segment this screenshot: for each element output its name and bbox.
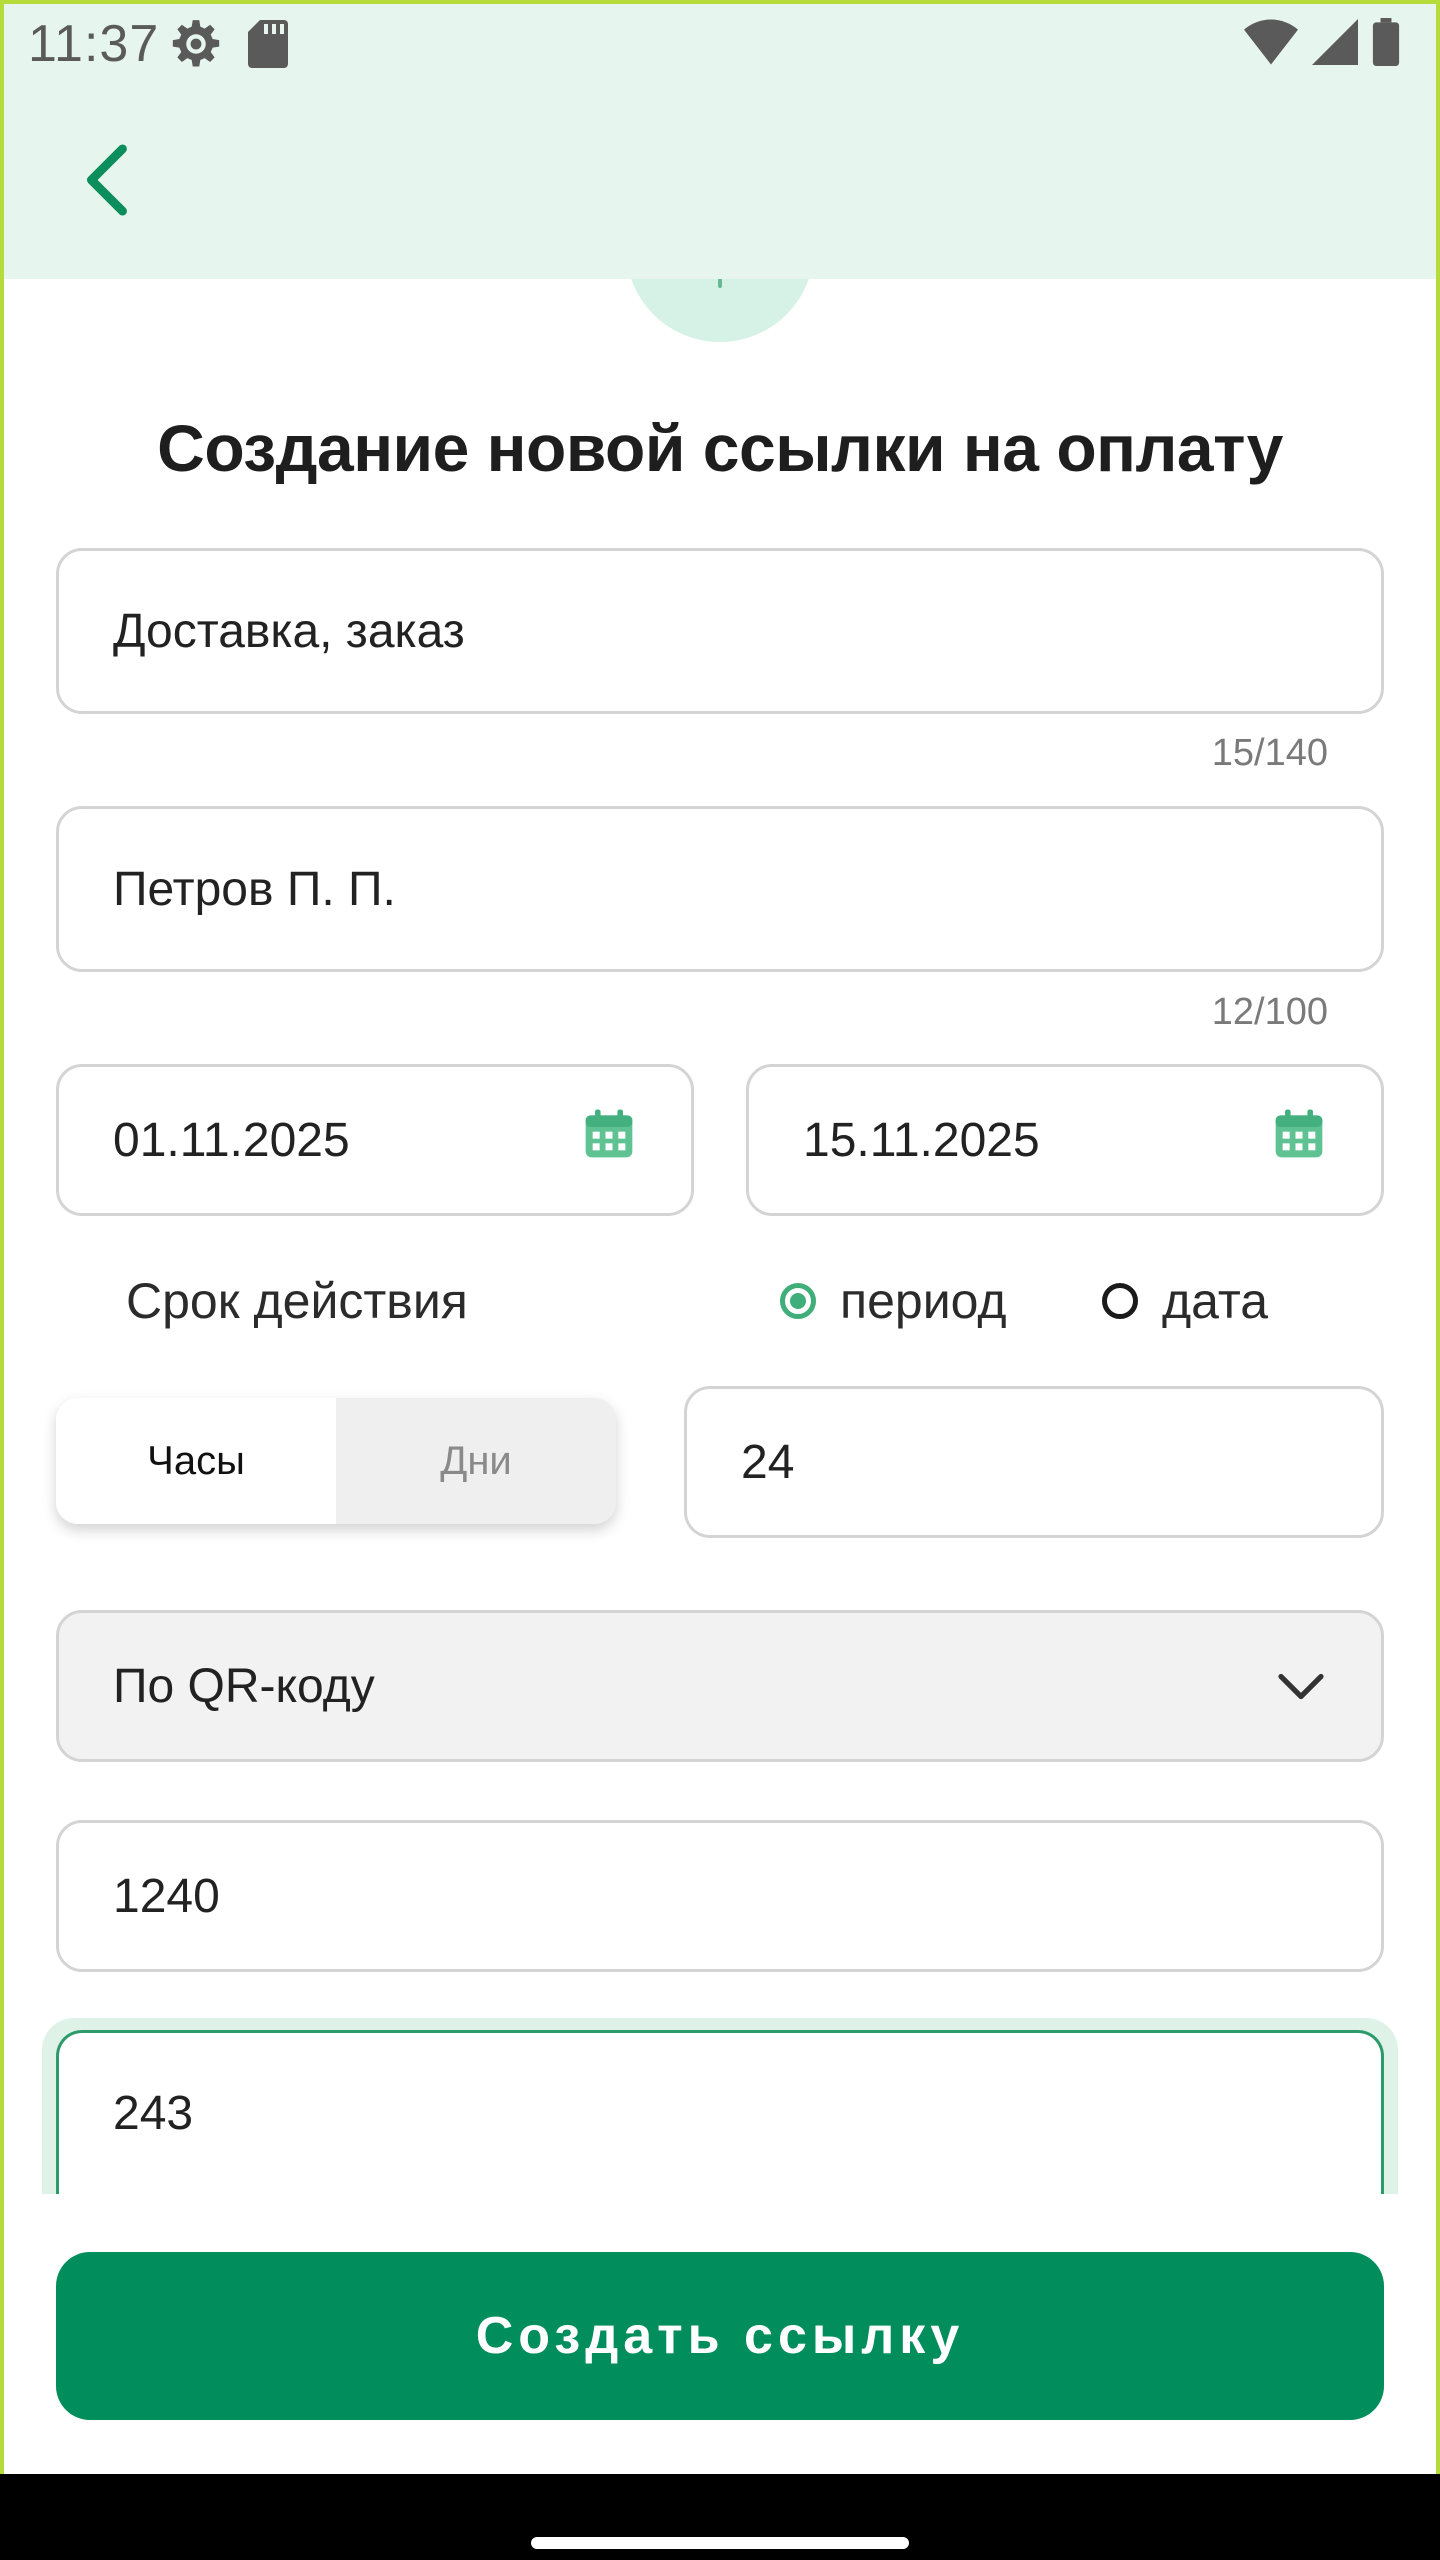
sd-card-icon (248, 20, 288, 73)
period-amount-input[interactable]: 24 (684, 1386, 1384, 1538)
radio-unselected-icon (1102, 1283, 1138, 1319)
date-to-input[interactable]: 15.11.2025 (746, 1064, 1384, 1216)
calendar-icon[interactable] (581, 1106, 637, 1174)
status-time: 11:37 (28, 15, 160, 73)
page-title: Создание новой ссылки на оплату (157, 411, 1283, 485)
amount-value: 1240 (113, 1869, 220, 1923)
date-to-value: 15.11.2025 (803, 1113, 1040, 1167)
purpose-counter: 15/140 (1211, 732, 1328, 774)
wifi-icon (1244, 19, 1298, 70)
order-number-value: 243 (113, 2087, 194, 2140)
purpose-value: Доставка, заказ (113, 604, 465, 658)
settings-status-icon (170, 18, 222, 75)
payment-method-select[interactable]: По QR-коду (56, 1610, 1384, 1762)
payer-counter: 12/100 (1211, 991, 1328, 1033)
toggle-days[interactable]: Дни (336, 1398, 616, 1524)
validity-label: Срок действия (126, 1273, 468, 1329)
home-indicator[interactable] (531, 2537, 909, 2549)
app-bar: 11:37 (0, 0, 1440, 279)
radio-date[interactable]: дата (1102, 1272, 1268, 1330)
battery-icon (1372, 18, 1400, 71)
payer-input[interactable]: Петров П. П. (56, 806, 1384, 972)
calendar-icon[interactable] (1271, 1106, 1327, 1174)
chevron-down-icon (1277, 1659, 1325, 1714)
back-button[interactable] (68, 135, 142, 225)
payer-value: Петров П. П. (113, 862, 396, 916)
period-amount-value: 24 (741, 1435, 795, 1489)
radio-selected-icon (780, 1283, 816, 1319)
payment-method-value: По QR-коду (113, 1659, 375, 1713)
signal-icon (1312, 19, 1358, 70)
amount-input[interactable]: 1240 (56, 1820, 1384, 1972)
order-number-input[interactable]: 243 (56, 2030, 1384, 2194)
radio-period[interactable]: период (780, 1272, 1007, 1330)
date-from-input[interactable]: 01.11.2025 (56, 1064, 694, 1216)
date-from-value: 01.11.2025 (113, 1113, 350, 1167)
toggle-hours[interactable]: Часы (56, 1398, 336, 1524)
create-link-button[interactable]: Создать ссылку (56, 2252, 1384, 2420)
radio-period-label: период (840, 1273, 1007, 1329)
purpose-input[interactable]: Доставка, заказ (56, 548, 1384, 714)
radio-date-label: дата (1162, 1273, 1269, 1329)
chevron-left-icon (86, 144, 127, 216)
unit-toggle: Часы Дни (56, 1398, 616, 1524)
